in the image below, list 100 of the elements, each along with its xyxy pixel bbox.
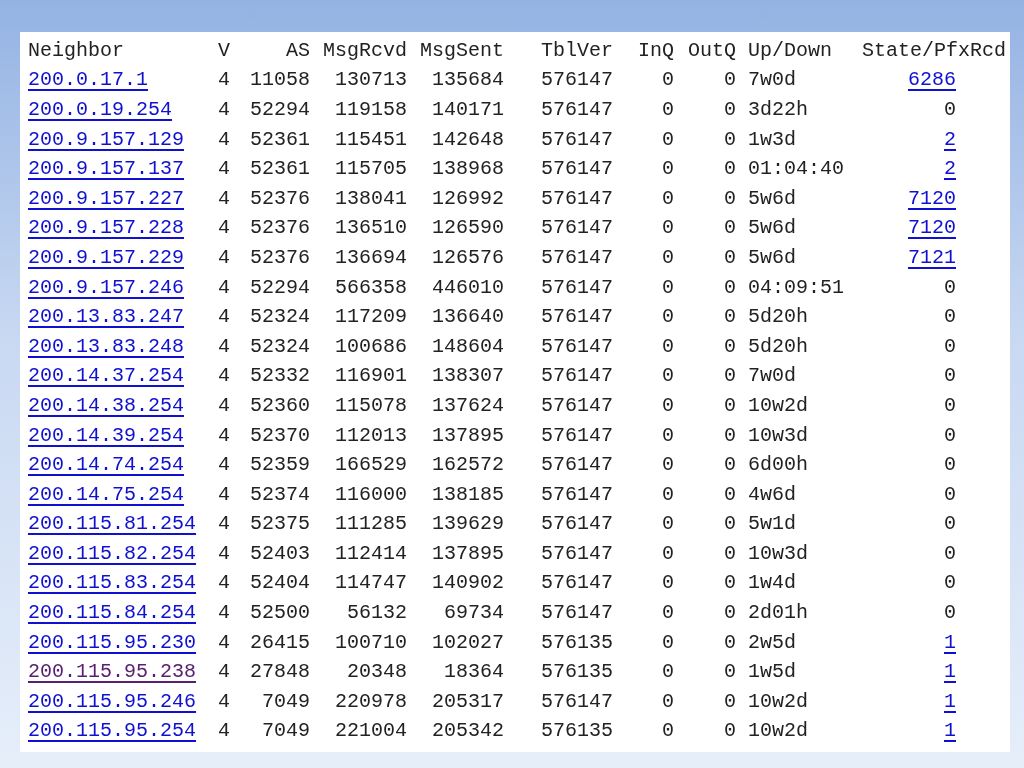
- table-cell: 0: [724, 186, 736, 210]
- table-cell: 137895: [432, 541, 504, 565]
- table-cell: 0: [662, 423, 674, 447]
- table-cell: 0: [662, 512, 674, 536]
- neighbor-link[interactable]: 200.0.19.254: [28, 98, 173, 121]
- table-cell: 0: [724, 127, 736, 151]
- neighbor-link[interactable]: 200.0.17.1: [28, 68, 149, 92]
- neighbor-link[interactable]: 200.115.95.254: [28, 719, 197, 743]
- prefix-count-link[interactable]: 1: [944, 660, 956, 684]
- prefix-count-link[interactable]: 2: [944, 157, 956, 181]
- table-cell: 139629: [432, 512, 504, 536]
- neighbor-link[interactable]: 200.115.83.254: [28, 571, 197, 595]
- table-cell: 205342: [432, 719, 504, 743]
- neighbor-link[interactable]: 200.14.74.254: [28, 453, 185, 477]
- table-cell: 576147: [541, 393, 613, 417]
- neighbor-link[interactable]: 200.115.84.254: [28, 601, 197, 625]
- table-cell: 576147: [541, 689, 613, 713]
- table-cell: 0: [724, 660, 736, 684]
- prefix-count-link[interactable]: 6286: [908, 68, 956, 92]
- table-cell: 576147: [541, 453, 613, 477]
- table-cell: 1w5d: [748, 660, 796, 684]
- column-header: MsgSent: [420, 38, 504, 62]
- neighbor-link[interactable]: 200.9.157.246: [28, 275, 185, 299]
- table-cell: 0: [724, 512, 736, 536]
- neighbor-link[interactable]: 200.13.83.248: [28, 334, 185, 358]
- table-cell: 576147: [541, 98, 613, 121]
- table-cell: 0: [724, 245, 736, 269]
- table-cell: 52370: [250, 423, 310, 447]
- table-cell: 119158: [335, 98, 407, 121]
- prefix-count-link[interactable]: 1: [944, 719, 956, 743]
- table-cell: 142648: [432, 127, 504, 151]
- table-cell: 5w6d: [748, 186, 796, 210]
- table-cell: 52294: [250, 275, 310, 299]
- table-cell: 576147: [541, 186, 613, 210]
- table-cell: 56132: [347, 601, 407, 625]
- neighbor-link[interactable]: 200.9.157.228: [28, 216, 185, 240]
- prefix-count-link[interactable]: 1: [944, 689, 956, 713]
- neighbor-link[interactable]: 200.14.75.254: [28, 482, 185, 506]
- neighbor-link[interactable]: 200.115.95.230: [28, 630, 197, 654]
- table-cell: 114747: [335, 571, 407, 595]
- neighbor-link[interactable]: 200.14.37.254: [28, 364, 185, 388]
- table-cell: 100710: [335, 630, 407, 654]
- table-cell: 20348: [347, 660, 407, 684]
- prefix-count-link[interactable]: 7120: [908, 216, 956, 240]
- table-cell: 126576: [432, 245, 504, 269]
- table-cell: 10w3d: [748, 423, 808, 447]
- table-cell: 576147: [541, 482, 613, 506]
- neighbor-link[interactable]: 200.13.83.247: [28, 305, 185, 329]
- table-cell: 0: [724, 541, 736, 565]
- table-cell: 220978: [335, 689, 407, 713]
- table-cell: 01:04:40: [748, 157, 844, 181]
- table-cell: 137895: [432, 423, 504, 447]
- table-cell: 0: [944, 541, 956, 565]
- table-cell: 100686: [335, 334, 407, 358]
- table-cell: 5d20h: [748, 334, 808, 358]
- table-cell: 576147: [541, 68, 613, 92]
- prefix-count-link[interactable]: 7121: [908, 245, 956, 269]
- table-cell: 5w6d: [748, 245, 796, 269]
- table-cell: 4: [218, 393, 230, 417]
- table-cell: 0: [724, 334, 736, 358]
- table-cell: 0: [944, 601, 956, 625]
- table-cell: 115705: [335, 157, 407, 181]
- table-cell: 566358: [335, 275, 407, 299]
- prefix-count-link[interactable]: 1: [944, 630, 956, 654]
- table-cell: 52500: [250, 601, 310, 625]
- table-cell: 0: [662, 571, 674, 595]
- table-cell: 112414: [335, 541, 407, 565]
- table-cell: 148604: [432, 334, 504, 358]
- prefix-count-link[interactable]: 2: [944, 127, 956, 151]
- neighbor-link[interactable]: 200.9.157.229: [28, 245, 185, 269]
- neighbor-link[interactable]: 200.115.95.246: [28, 689, 197, 713]
- table-cell: 0: [662, 127, 674, 151]
- table-cell: 576147: [541, 423, 613, 447]
- column-header: InQ: [638, 38, 674, 62]
- neighbor-link[interactable]: 200.115.95.238: [28, 660, 197, 684]
- table-cell: 0: [662, 68, 674, 92]
- table-cell: 116000: [335, 482, 407, 506]
- table-cell: 52361: [250, 127, 310, 151]
- table-cell: 4: [218, 127, 230, 151]
- neighbor-link[interactable]: 200.9.157.137: [28, 157, 185, 181]
- table-cell: 52294: [250, 98, 310, 121]
- neighbor-link[interactable]: 200.9.157.227: [28, 186, 185, 210]
- table-cell: 10w2d: [748, 689, 808, 713]
- table-cell: 138968: [432, 157, 504, 181]
- table-cell: 4: [218, 423, 230, 447]
- neighbor-link[interactable]: 200.9.157.129: [28, 127, 185, 151]
- neighbor-link[interactable]: 200.115.81.254: [28, 512, 197, 536]
- prefix-count-link[interactable]: 7120: [908, 186, 956, 210]
- neighbor-link[interactable]: 200.14.38.254: [28, 393, 185, 417]
- table-cell: 576147: [541, 512, 613, 536]
- table-cell: 0: [724, 68, 736, 92]
- table-cell: 138307: [432, 364, 504, 388]
- table-cell: 140171: [432, 98, 504, 121]
- table-cell: 117209: [335, 305, 407, 329]
- table-cell: 52332: [250, 364, 310, 388]
- neighbor-link[interactable]: 200.14.39.254: [28, 423, 185, 447]
- table-cell: 4w6d: [748, 482, 796, 506]
- table-cell: 0: [944, 98, 956, 121]
- neighbor-link[interactable]: 200.115.82.254: [28, 541, 197, 565]
- table-cell: 52404: [250, 571, 310, 595]
